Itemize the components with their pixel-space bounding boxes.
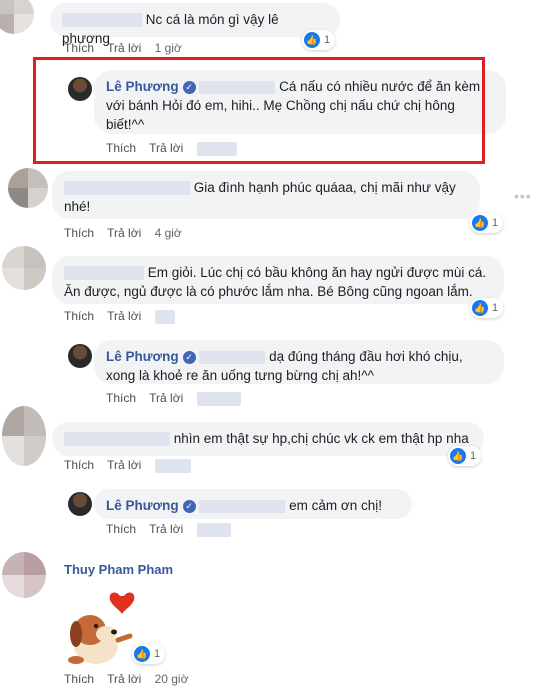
reaction-count[interactable]: 👍 1	[470, 298, 504, 318]
reaction-number: 1	[470, 450, 477, 462]
avatar[interactable]	[2, 552, 46, 598]
comment-bubble: Gia đình hạnh phúc quáaa, chị mãi như vậ…	[52, 171, 480, 219]
blurred-name	[64, 266, 144, 281]
blurred-mention	[199, 499, 286, 513]
blurred-mention	[199, 350, 266, 364]
blurred-name	[64, 432, 170, 447]
like-link[interactable]: Thích	[64, 309, 94, 323]
avatar[interactable]	[2, 406, 46, 466]
comment-bubble: Lê Phương ✓ dạ đúng tháng đầu hơi khó chị…	[94, 340, 504, 384]
reaction-count[interactable]: 👍 1	[470, 213, 504, 233]
like-link[interactable]: Thích	[106, 522, 136, 536]
author-name[interactable]: Lê Phương	[106, 349, 179, 364]
comment-actions: Thích Trả lời	[64, 458, 201, 473]
comment-actions: Thích Trả lời	[106, 522, 241, 537]
comment-text: nhìn em thật sự hp,chị chúc vk ck em thậ…	[173, 431, 469, 446]
comment-actions: Thích Trả lời	[106, 391, 251, 406]
comment-actions: Thích Trả lời 4 giờ	[64, 226, 192, 240]
reaction-number: 1	[154, 648, 161, 660]
reaction-number: 1	[492, 217, 499, 229]
like-link[interactable]: Thích	[64, 41, 94, 55]
comment-actions: Thích Trả lời 20 giờ	[64, 672, 198, 686]
blurred-time	[154, 458, 191, 473]
comment-actions: Thích Trả lời 1 giờ	[64, 41, 192, 55]
reply-link[interactable]: Trả lời	[107, 458, 141, 472]
reply-link[interactable]: Trả lời	[107, 41, 141, 55]
comment-bubble: Em giỏi. Lúc chị có bầu không ăn hay ngử…	[52, 256, 504, 304]
reply-link[interactable]: Trả lời	[107, 226, 141, 240]
like-link[interactable]: Thích	[106, 391, 136, 405]
reply-link[interactable]: Trả lời	[107, 672, 141, 686]
author-name[interactable]: Thuy Pham Pham	[64, 562, 173, 577]
reaction-count[interactable]: 👍 1	[448, 446, 482, 466]
reaction-number: 1	[324, 34, 331, 46]
like-link[interactable]: Thích	[64, 672, 94, 686]
more-options-icon[interactable]: •••	[514, 188, 532, 204]
blurred-time	[154, 309, 175, 324]
comment-actions: Thích Trả lời	[64, 309, 185, 324]
blurred-time	[196, 391, 241, 406]
timestamp: 4 giờ	[154, 226, 182, 240]
comment-bubble: Lê Phương ✓ em cảm ơn chị!	[94, 489, 412, 519]
like-link[interactable]: Thích	[64, 226, 94, 240]
avatar[interactable]	[2, 246, 46, 290]
author-name[interactable]: Lê Phương	[106, 498, 179, 513]
avatar[interactable]	[8, 168, 48, 208]
dog-heart-sticker[interactable]	[56, 586, 140, 670]
verified-badge-icon: ✓	[182, 350, 196, 364]
reply-link[interactable]: Trả lời	[149, 391, 183, 405]
blurred-name	[64, 181, 190, 196]
thumbs-up-icon: 👍	[472, 300, 488, 316]
blurred-time	[196, 522, 231, 537]
comment-bubble: Nc cá là món gì vậy lê phương	[50, 3, 340, 46]
highlight-box	[33, 57, 485, 164]
avatar[interactable]	[0, 0, 34, 34]
thumbs-up-icon: 👍	[134, 646, 150, 662]
like-link[interactable]: Thích	[64, 458, 94, 472]
avatar[interactable]	[68, 492, 92, 516]
timestamp: 1 giờ	[154, 41, 182, 55]
timestamp: 20 giờ	[154, 672, 189, 686]
blurred-name	[62, 13, 142, 28]
thumbs-up-icon: 👍	[450, 448, 466, 464]
comment-bubble: nhìn em thật sự hp,chị chúc vk ck em thậ…	[52, 422, 484, 456]
verified-badge-icon: ✓	[182, 499, 196, 513]
reply-link[interactable]: Trả lời	[149, 522, 183, 536]
reply-link[interactable]: Trả lời	[107, 309, 141, 323]
reaction-count[interactable]: 👍 1	[132, 644, 166, 664]
comment-text: em cảm ơn chị!	[289, 498, 383, 513]
reaction-count[interactable]: 👍 1	[302, 30, 336, 50]
avatar[interactable]	[68, 344, 92, 368]
thumbs-up-icon: 👍	[472, 215, 488, 231]
reaction-number: 1	[492, 302, 499, 314]
thumbs-up-icon: 👍	[304, 32, 320, 48]
